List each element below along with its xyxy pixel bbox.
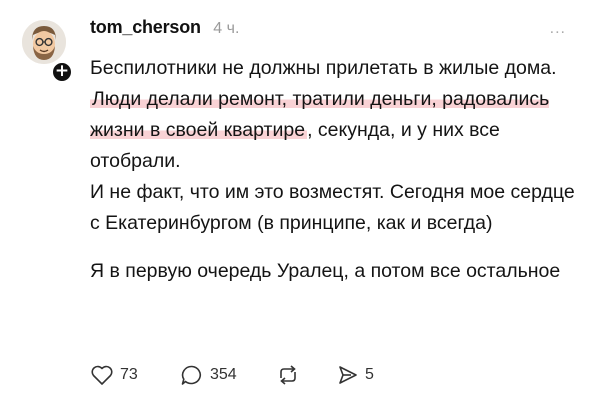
action-bar: 73 354 5 bbox=[90, 360, 374, 390]
repost-button[interactable] bbox=[275, 364, 337, 386]
share-count: 5 bbox=[365, 366, 374, 383]
reply-count: 354 bbox=[210, 366, 237, 383]
post-time: 4 ч. bbox=[213, 20, 240, 37]
avatar[interactable] bbox=[22, 20, 66, 64]
username[interactable]: tom_cherson bbox=[90, 17, 201, 37]
heart-icon bbox=[91, 365, 113, 385]
thread-post: + tom_cherson 4 ч. ... Беспилотники не д… bbox=[0, 0, 600, 410]
follow-plus-icon[interactable]: + bbox=[51, 61, 73, 83]
paragraph-1-text: Беспилотники не должны прилетать в жилые… bbox=[90, 57, 557, 79]
post-paragraph-2: И не факт, что им это возместят. Сегодня… bbox=[90, 177, 580, 239]
post-body: Беспилотники не должны прилетать в жилые… bbox=[90, 53, 580, 287]
repost-icon bbox=[280, 365, 296, 385]
more-options-icon[interactable]: ... bbox=[550, 20, 566, 38]
send-icon bbox=[339, 366, 357, 384]
paragraph-2-text: И не факт, что им это возместят. Сегодня… bbox=[90, 181, 575, 234]
paragraph-3-text: Я в первую очередь Уралец, а потом все о… bbox=[90, 260, 561, 282]
comment-icon bbox=[181, 365, 201, 385]
like-count: 73 bbox=[120, 366, 138, 383]
like-button[interactable]: 73 bbox=[90, 364, 180, 386]
post-paragraph-1: Беспилотники не должны прилетать в жилые… bbox=[90, 53, 580, 177]
avatar-face-icon bbox=[22, 20, 66, 64]
share-button[interactable]: 5 bbox=[337, 364, 374, 386]
reply-button[interactable]: 354 bbox=[180, 364, 275, 386]
post-paragraph-3: Я в первую очередь Уралец, а потом все о… bbox=[90, 256, 580, 287]
post-header: tom_cherson 4 ч. bbox=[90, 17, 239, 43]
